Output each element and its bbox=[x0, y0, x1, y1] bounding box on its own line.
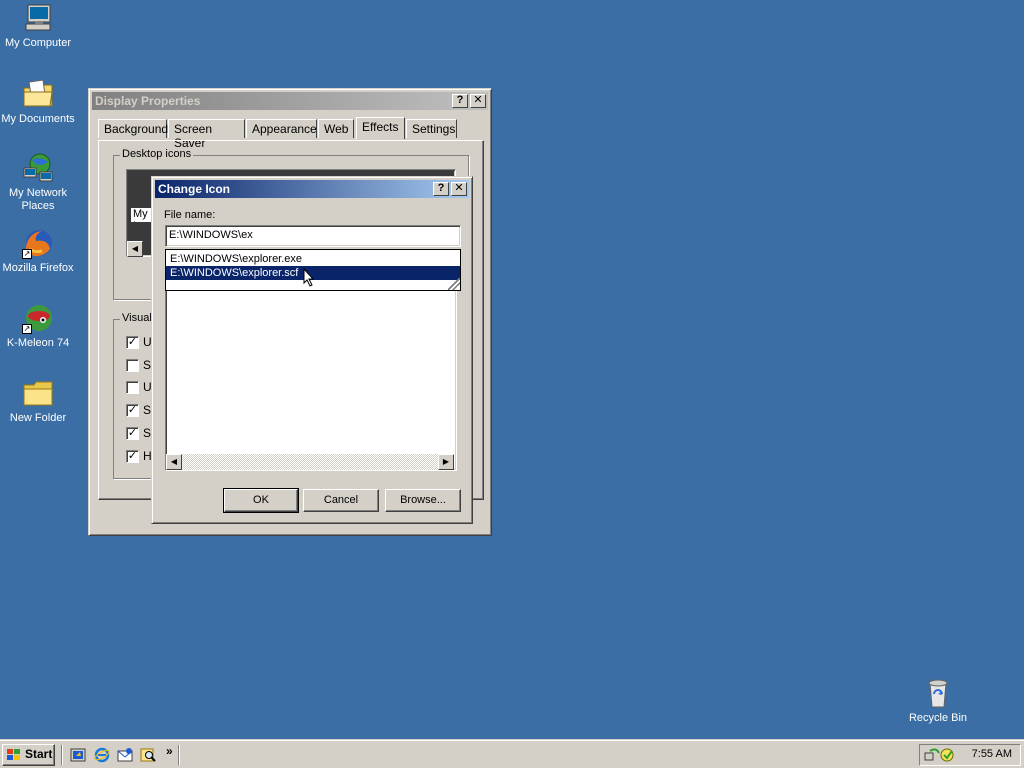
horizontal-scrollbar[interactable]: ◀ ▶ bbox=[166, 454, 454, 470]
desktop-icon-item[interactable]: My I bbox=[131, 208, 153, 222]
tab-effects[interactable]: Effects bbox=[356, 117, 405, 139]
effect-checkbox-2[interactable] bbox=[126, 359, 139, 372]
my-documents-icon bbox=[22, 78, 54, 110]
close-button[interactable]: ✕ bbox=[470, 94, 486, 108]
taskbar-separator bbox=[178, 745, 180, 765]
desktop-icon-my-computer[interactable]: My Computer bbox=[0, 2, 76, 50]
desktop-icon-label: Recycle Bin bbox=[908, 712, 968, 724]
tab-settings[interactable]: Settings bbox=[406, 119, 457, 138]
effect-label-2: S bbox=[143, 358, 152, 372]
scroll-left-button[interactable]: ◀ bbox=[166, 454, 182, 470]
network-places-icon bbox=[22, 152, 54, 184]
desktop-icon-my-documents[interactable]: My Documents bbox=[0, 78, 76, 126]
file-name-label: File name: bbox=[164, 209, 216, 221]
internet-explorer-icon[interactable] bbox=[94, 747, 110, 763]
desktop-icon-k-meleon[interactable]: ↗ K-Meleon 74 bbox=[0, 302, 76, 350]
group-label: Desktop icons bbox=[120, 148, 194, 160]
desktop-icon-label: Mozilla Firefox bbox=[2, 262, 74, 274]
desktop-icon-new-folder[interactable]: New Folder bbox=[0, 377, 76, 425]
browse-button[interactable]: Browse... bbox=[385, 489, 461, 512]
folder-icon bbox=[22, 377, 54, 409]
quick-launch-chevron[interactable]: » bbox=[166, 744, 173, 758]
show-desktop-icon[interactable] bbox=[70, 747, 86, 763]
taskbar-separator bbox=[61, 745, 63, 765]
effect-checkbox-1[interactable]: ✓ bbox=[126, 336, 139, 349]
desktop-icon-label: K-Meleon 74 bbox=[6, 337, 70, 349]
effect-checkbox-3[interactable] bbox=[126, 381, 139, 394]
search-icon[interactable] bbox=[140, 747, 156, 763]
security-tray-icon[interactable] bbox=[940, 747, 956, 763]
group-label: Visual bbox=[120, 312, 154, 324]
desktop-icon-recycle-bin[interactable]: Recycle Bin bbox=[900, 677, 976, 725]
my-computer-icon bbox=[22, 2, 54, 34]
window-title: Display Properties bbox=[95, 94, 201, 108]
dialog-title: Change Icon bbox=[158, 182, 231, 196]
effect-label-4: S bbox=[143, 403, 152, 417]
scroll-right-button[interactable]: ▶ bbox=[438, 454, 454, 470]
close-button[interactable]: ✕ bbox=[451, 182, 467, 196]
tab-strip: Background Screen Saver Appearance Web E… bbox=[98, 117, 478, 150]
desktop-icon-network-places[interactable]: My Network Places bbox=[0, 152, 76, 213]
desktop-icon-firefox[interactable]: ↗ Mozilla Firefox bbox=[0, 227, 76, 275]
change-icon-dialog: Change Icon ? ✕ File name: E:\WINDOWS\ex… bbox=[151, 176, 473, 524]
desktop-icon-label: My Computer bbox=[4, 37, 72, 49]
network-tray-icon[interactable] bbox=[924, 747, 940, 763]
effect-label-5: S bbox=[143, 426, 152, 440]
effect-checkbox-5[interactable]: ✓ bbox=[126, 427, 139, 440]
start-button[interactable]: Start bbox=[2, 744, 55, 766]
shortcut-arrow-icon: ↗ bbox=[22, 324, 32, 334]
tab-web[interactable]: Web bbox=[318, 119, 354, 138]
cancel-button[interactable]: Cancel bbox=[303, 489, 379, 512]
resize-grip-icon[interactable] bbox=[448, 278, 460, 290]
recycle-bin-icon bbox=[922, 677, 954, 709]
taskbar: Start » 7:55 AM bbox=[0, 740, 1024, 768]
ok-button[interactable]: OK bbox=[223, 488, 299, 513]
clock[interactable]: 7:55 AM bbox=[972, 748, 1012, 760]
tab-screen-saver[interactable]: Screen Saver bbox=[168, 119, 245, 150]
display-properties-titlebar[interactable]: Display Properties ? ✕ bbox=[92, 92, 488, 110]
change-icon-titlebar[interactable]: Change Icon ? ✕ bbox=[155, 180, 469, 198]
start-label: Start bbox=[25, 747, 53, 761]
desktop-icon-label: New Folder bbox=[9, 412, 67, 424]
desktop-icon-label: My Documents bbox=[1, 113, 75, 125]
k-meleon-icon: ↗ bbox=[22, 302, 54, 334]
effect-checkbox-6[interactable]: ✓ bbox=[126, 450, 139, 463]
mouse-cursor-icon bbox=[303, 268, 315, 287]
help-button[interactable]: ? bbox=[433, 182, 449, 196]
file-name-input[interactable]: E:\WINDOWS\ex bbox=[165, 225, 461, 247]
desktop-icon-label: My Network Places bbox=[8, 187, 68, 212]
tab-appearance[interactable]: Appearance bbox=[246, 119, 317, 138]
outlook-express-icon[interactable] bbox=[117, 747, 133, 763]
help-button[interactable]: ? bbox=[452, 94, 468, 108]
windows-logo-icon bbox=[7, 749, 20, 760]
firefox-icon: ↗ bbox=[22, 227, 54, 259]
effect-checkbox-4[interactable]: ✓ bbox=[126, 404, 139, 417]
scroll-left-button[interactable]: ◀ bbox=[127, 241, 143, 257]
autocomplete-item[interactable]: E:\WINDOWS\explorer.exe bbox=[166, 252, 460, 266]
tab-background[interactable]: Background bbox=[98, 119, 168, 138]
shortcut-arrow-icon: ↗ bbox=[22, 249, 32, 259]
system-tray: 7:55 AM bbox=[919, 744, 1021, 766]
